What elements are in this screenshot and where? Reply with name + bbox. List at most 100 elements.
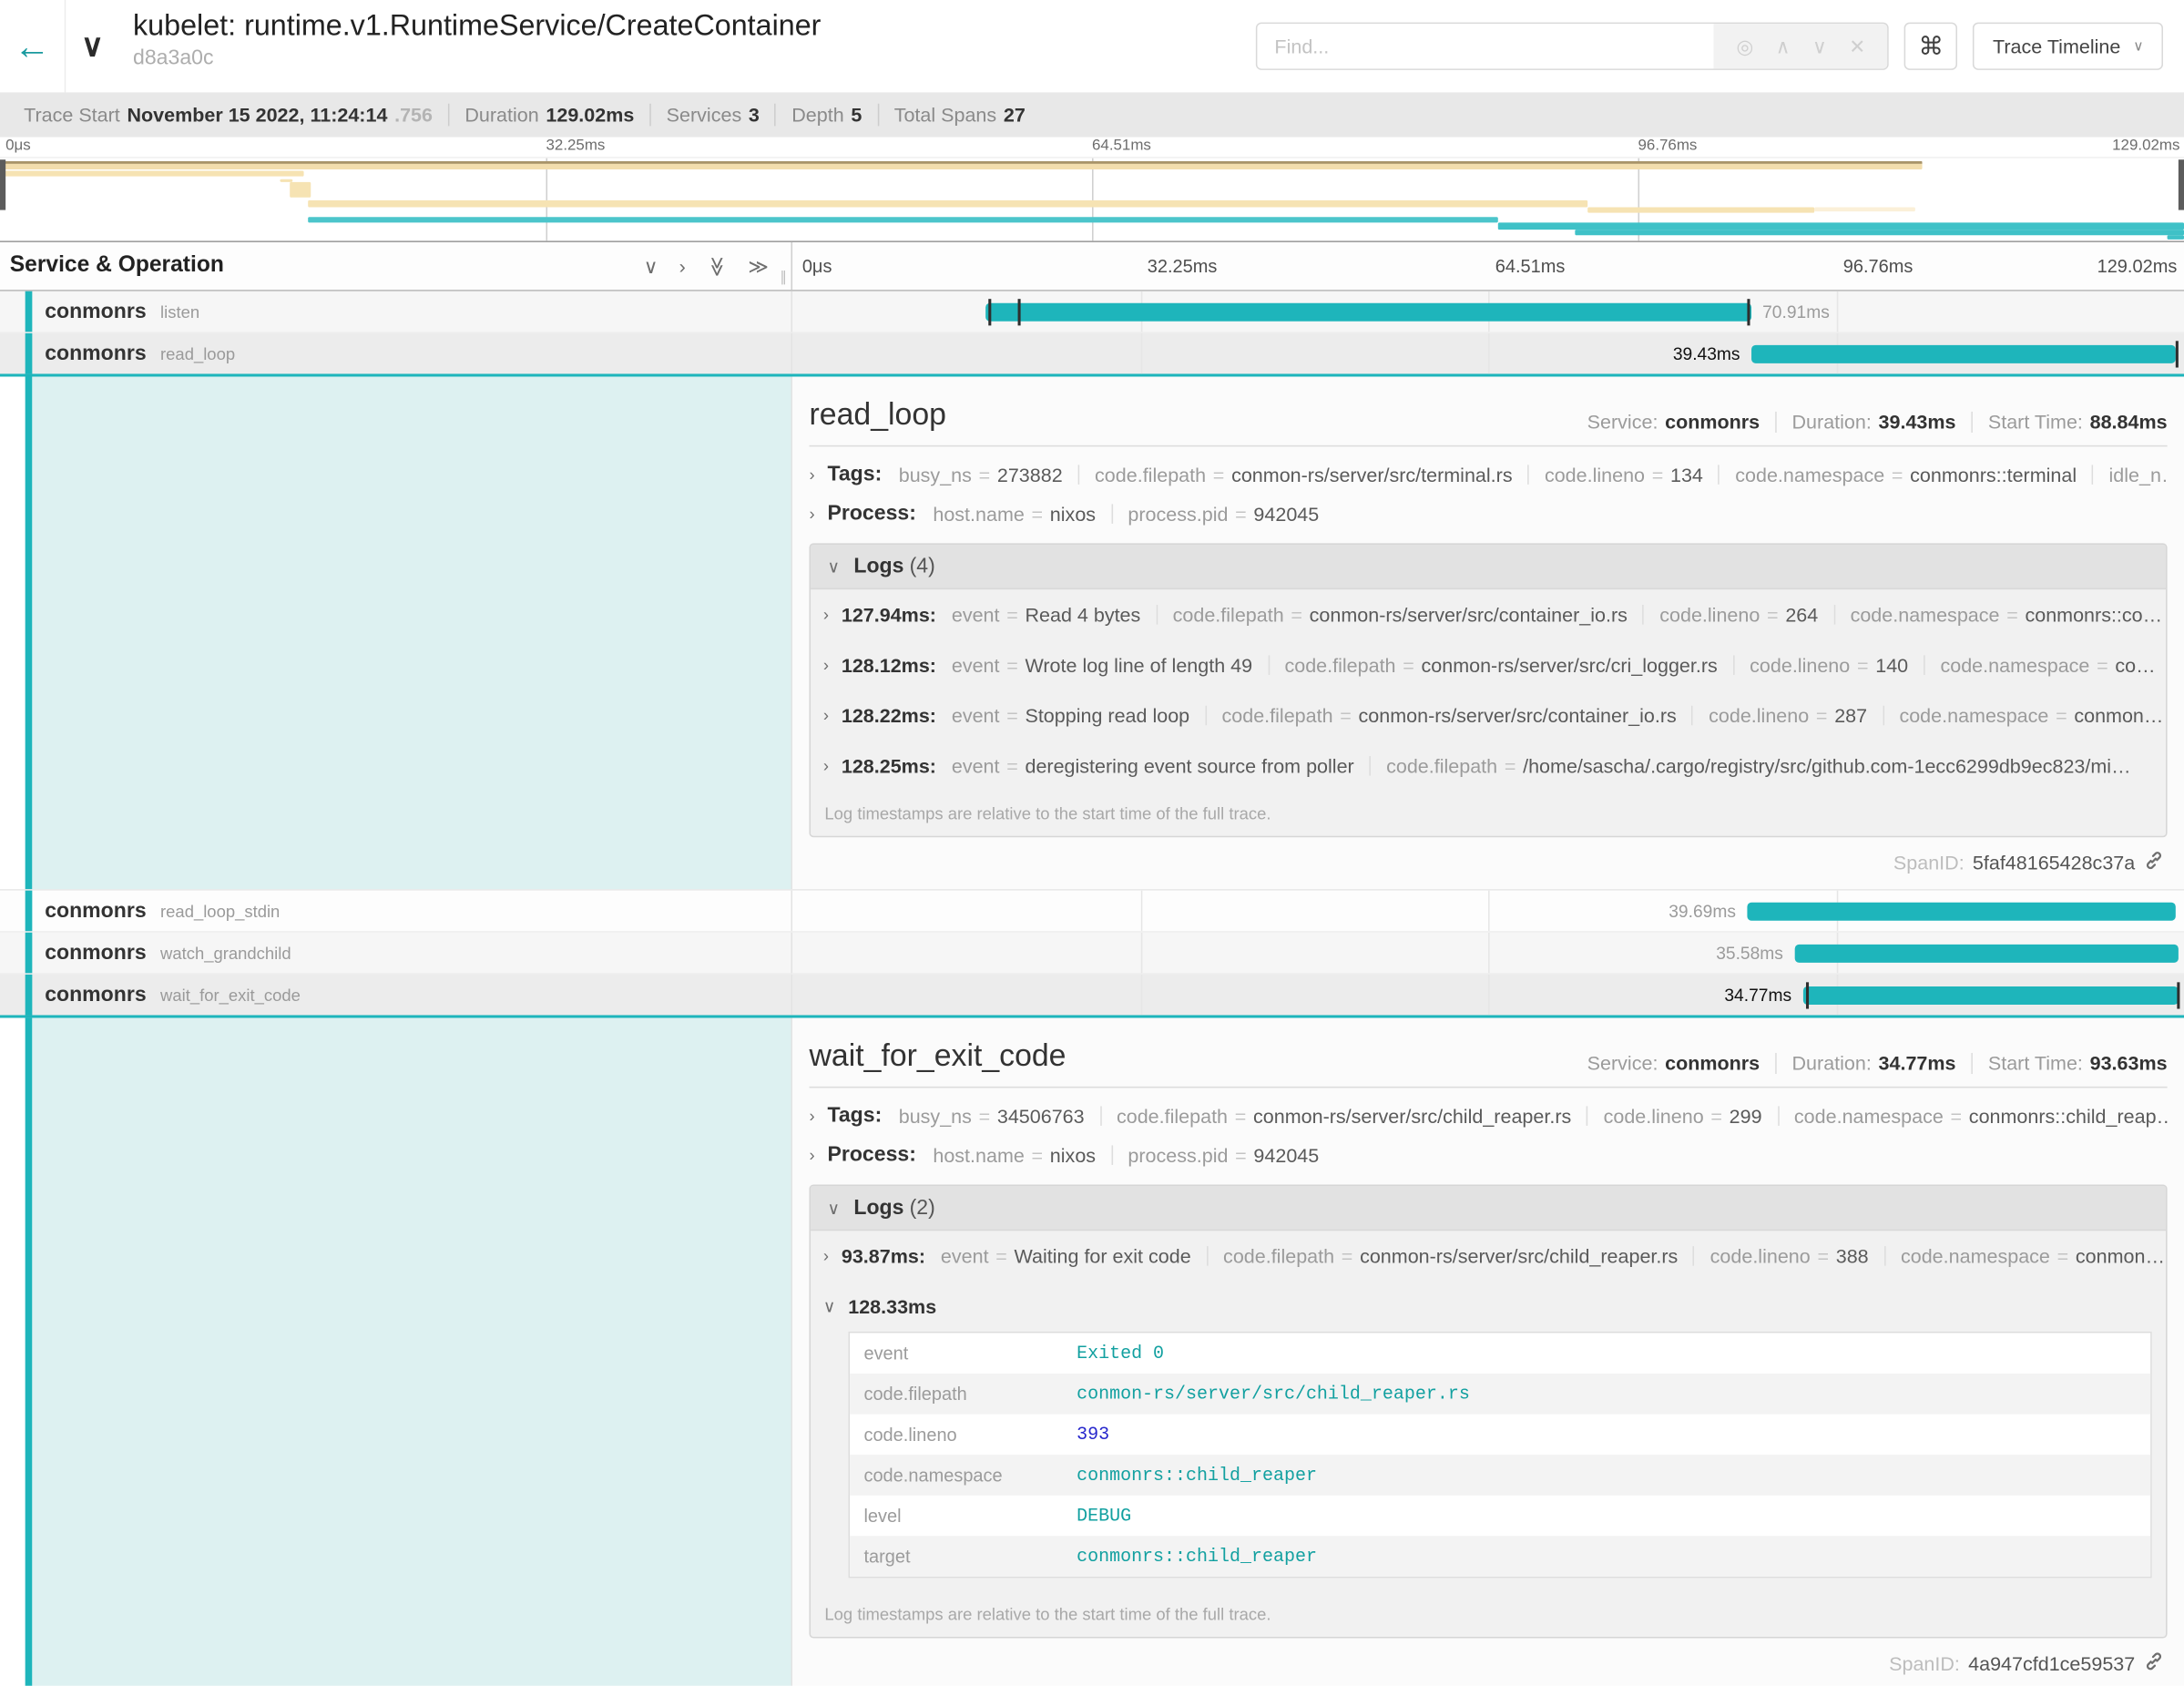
chevron-right-icon[interactable]: ›: [810, 1145, 815, 1165]
key-value-pair[interactable]: idle_n…: [2109, 463, 2168, 485]
span-duration-bar[interactable]: [1802, 986, 2178, 1004]
link-icon[interactable]: [2143, 1650, 2164, 1676]
span-timeline-cell[interactable]: 70.91ms: [792, 291, 2184, 332]
find-next-icon[interactable]: ∨: [1812, 35, 1827, 58]
back-button[interactable]: ←: [0, 0, 66, 92]
span-detail-highlight[interactable]: [32, 1018, 791, 1686]
span-service-name[interactable]: conmonrs: [45, 983, 146, 1006]
log-entry[interactable]: ›93.87ms:event=Waiting for exit codecode…: [811, 1231, 2166, 1281]
key-value-pair[interactable]: code.filepath=conmon-rs/server/src/conta…: [1173, 604, 1628, 627]
chevron-right-icon[interactable]: ›: [823, 605, 829, 625]
timeline-minimap[interactable]: 0μs32.25ms64.51ms96.76ms129.02ms: [0, 138, 2184, 242]
chevron-right-icon[interactable]: ›: [823, 1246, 829, 1266]
collapse-all-icon[interactable]: ≫: [705, 256, 729, 277]
span-duration-bar[interactable]: [985, 302, 1750, 321]
minimap-scrubber-right-handle[interactable]: [2179, 159, 2184, 209]
span-row-wait_for_exit_code[interactable]: conmonrswait_for_exit_code34.77ms: [0, 975, 2184, 1018]
key-value-pair[interactable]: code.lineno=140: [1750, 654, 1908, 677]
span-duration-bar[interactable]: [1747, 902, 2176, 920]
span-service-name[interactable]: conmonrs: [45, 300, 146, 323]
span-name-cell[interactable]: conmonrsread_loop_stdin: [0, 891, 792, 932]
span-name-cell[interactable]: conmonrswatch_grandchild: [0, 933, 792, 974]
collapse-one-icon[interactable]: ∨: [644, 254, 658, 278]
minimap-canvas[interactable]: [0, 157, 2184, 242]
span-name-cell[interactable]: conmonrslisten: [0, 291, 792, 332]
log-entry[interactable]: ∨128.33ms: [811, 1282, 2166, 1332]
find-prev-icon[interactable]: ∧: [1776, 35, 1791, 58]
key-value-pair[interactable]: code.filepath=/home/sascha/.cargo/regist…: [1386, 755, 2131, 778]
key-value-pair[interactable]: busy_ns=34506763: [899, 1104, 1085, 1127]
key-value-pair[interactable]: code.lineno=388: [1710, 1245, 1869, 1268]
column-resizer-grip[interactable]: ∥: [780, 271, 787, 286]
chevron-right-icon[interactable]: ›: [823, 706, 829, 726]
logs-header[interactable]: ∨Logs(4): [811, 545, 2166, 589]
key-value-pair[interactable]: code.namespace=conmon…: [1901, 1245, 2165, 1268]
span-duration-bar[interactable]: [1751, 344, 2176, 363]
span-detail-highlight[interactable]: [32, 377, 791, 890]
key-value-pair[interactable]: process.pid=942045: [1128, 1143, 1319, 1166]
chevron-right-icon[interactable]: ›: [823, 756, 829, 776]
span-row-listen[interactable]: conmonrslisten70.91ms: [0, 291, 2184, 333]
span-name-cell[interactable]: conmonrswait_for_exit_code: [0, 975, 792, 1016]
link-icon[interactable]: [2143, 850, 2164, 875]
chevron-right-icon[interactable]: ›: [810, 465, 815, 485]
find-input[interactable]: [1258, 24, 1714, 68]
collapse-trace-header-button[interactable]: ∨: [66, 0, 118, 92]
chevron-right-icon[interactable]: ›: [810, 1106, 815, 1126]
key-value-pair[interactable]: host.name=nixos: [933, 502, 1096, 525]
span-service-name[interactable]: conmonrs: [45, 941, 146, 965]
log-entry[interactable]: ›128.22ms:event=Stopping read loopcode.f…: [811, 690, 2166, 741]
log-entry[interactable]: ›128.25ms:event=deregistering event sour…: [811, 741, 2166, 791]
key-value-pair[interactable]: code.lineno=287: [1709, 704, 1867, 727]
log-entry[interactable]: ›128.12ms:event=Wrote log line of length…: [811, 640, 2166, 690]
span-duration-bar[interactable]: [1794, 944, 2179, 962]
logs-header[interactable]: ∨Logs(2): [811, 1186, 2166, 1231]
key-value-pair[interactable]: code.filepath=conmon-rs/server/src/cri_l…: [1284, 654, 1717, 677]
key-value-pair[interactable]: event=Read 4 bytes: [952, 604, 1140, 627]
tags-row[interactable]: ›Tags:busy_ns=273882code.filepath=conmon…: [810, 462, 2168, 485]
span-timeline-cell[interactable]: 39.69ms: [792, 891, 2184, 932]
key-value-pair[interactable]: code.namespace=conmonrs::terminal: [1735, 463, 2077, 485]
log-marker-tick[interactable]: [988, 298, 991, 324]
log-marker-tick[interactable]: [2176, 341, 2179, 367]
key-value-pair[interactable]: code.lineno=299: [1604, 1104, 1762, 1127]
key-value-pair[interactable]: event=deregistering event source from po…: [952, 755, 1354, 778]
span-service-name[interactable]: conmonrs: [45, 342, 146, 365]
span-timeline-cell[interactable]: 39.43ms: [792, 333, 2184, 374]
key-value-pair[interactable]: code.filepath=conmon-rs/server/src/child…: [1223, 1245, 1678, 1268]
span-timeline-cell[interactable]: 34.77ms: [792, 975, 2184, 1016]
chevron-down-icon[interactable]: ∨: [823, 1296, 836, 1316]
span-service-name[interactable]: conmonrs: [45, 899, 146, 923]
key-value-pair[interactable]: code.lineno=134: [1545, 463, 1703, 485]
span-row-read_loop_stdin[interactable]: conmonrsread_loop_stdin39.69ms: [0, 891, 2184, 933]
log-marker-tick[interactable]: [1747, 298, 1750, 324]
key-value-pair[interactable]: code.namespace=co…: [1940, 654, 2155, 677]
expand-all-icon[interactable]: ≫: [748, 254, 769, 278]
key-value-pair[interactable]: event=Wrote log line of length 49: [952, 654, 1252, 677]
log-marker-tick[interactable]: [1018, 298, 1021, 324]
span-timeline-cell[interactable]: 35.58ms: [792, 933, 2184, 974]
key-value-pair[interactable]: code.lineno=264: [1659, 604, 1818, 627]
view-selector-button[interactable]: Trace Timeline ∨: [1973, 23, 2162, 70]
key-value-pair[interactable]: code.filepath=conmon-rs/server/src/conta…: [1222, 704, 1677, 727]
key-value-pair[interactable]: code.namespace=conmonrs::child_reap…: [1794, 1104, 2168, 1127]
key-value-pair[interactable]: code.filepath=conmon-rs/server/src/termi…: [1095, 463, 1513, 485]
log-marker-tick[interactable]: [2177, 982, 2179, 1008]
log-entry[interactable]: ›127.94ms:event=Read 4 bytescode.filepat…: [811, 589, 2166, 639]
chevron-down-icon[interactable]: ∨: [827, 1199, 840, 1219]
key-value-pair[interactable]: code.filepath=conmon-rs/server/src/child…: [1117, 1104, 1571, 1127]
chevron-right-icon[interactable]: ›: [810, 504, 815, 524]
span-name-cell[interactable]: conmonrsread_loop: [0, 333, 792, 374]
process-row[interactable]: ›Process:host.name=nixosprocess.pid=9420…: [810, 1142, 2168, 1166]
keyboard-shortcuts-button[interactable]: ⌘: [1904, 23, 1957, 70]
span-row-read_loop[interactable]: conmonrsread_loop39.43ms: [0, 333, 2184, 377]
find-clear-icon[interactable]: ✕: [1849, 35, 1865, 58]
expand-one-icon[interactable]: ›: [679, 254, 686, 278]
scope-icon[interactable]: ◎: [1737, 35, 1754, 58]
key-value-pair[interactable]: event=Waiting for exit code: [941, 1245, 1191, 1268]
minimap-scrubber-left-handle[interactable]: [0, 159, 5, 209]
key-value-pair[interactable]: busy_ns=273882: [899, 463, 1063, 485]
key-value-pair[interactable]: event=Stopping read loop: [952, 704, 1189, 727]
chevron-right-icon[interactable]: ›: [823, 655, 829, 675]
tags-row[interactable]: ›Tags:busy_ns=34506763code.filepath=conm…: [810, 1103, 2168, 1127]
